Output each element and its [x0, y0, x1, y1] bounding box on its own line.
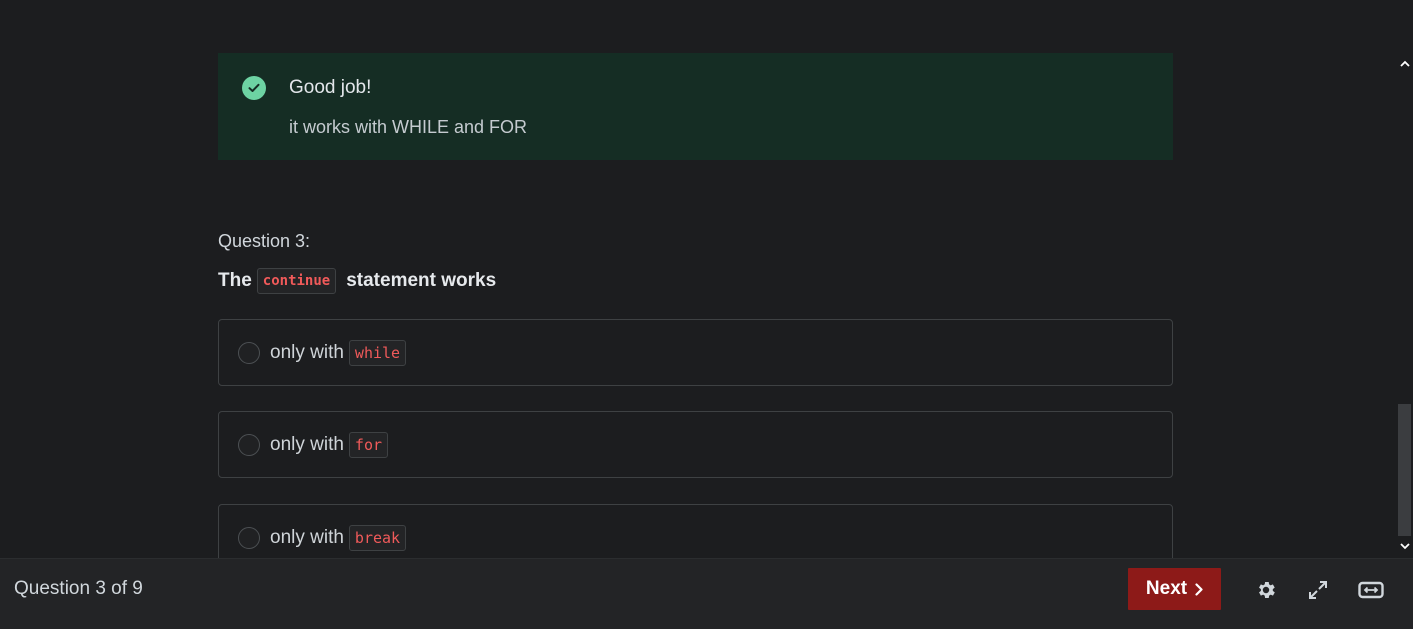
radio-button[interactable]: [238, 341, 260, 364]
question-number: Question 3:: [218, 231, 311, 251]
next-button-label: Next: [1145, 578, 1188, 599]
scroll-down-icon[interactable]: [1397, 538, 1413, 554]
option-code: break: [348, 524, 407, 551]
feedback-title: Good job!: [289, 77, 372, 98]
option-label: only with: [270, 526, 344, 548]
next-button[interactable]: Next: [1128, 568, 1221, 610]
answer-option-break[interactable]: only with break: [218, 504, 1173, 558]
settings-icon[interactable]: [1252, 576, 1280, 604]
question-prompt: The continue statement works: [218, 268, 496, 294]
radio-button[interactable]: [238, 433, 260, 456]
feedback-banner: Good job! it works with WHILE and FOR: [218, 53, 1173, 160]
feedback-message: it works with WHILE and FOR: [289, 117, 528, 137]
radio-button[interactable]: [238, 526, 260, 549]
answer-option-for[interactable]: only with for: [218, 411, 1173, 478]
prompt-text-post: statement works: [346, 270, 497, 291]
check-circle-icon: [242, 76, 266, 100]
quiz-content: Good job! it works with WHILE and FOR Qu…: [218, 53, 1173, 558]
answer-option-while[interactable]: only with while: [218, 319, 1173, 386]
vertical-scrollbar[interactable]: [1397, 53, 1413, 556]
prompt-code: continue: [256, 268, 337, 294]
question-progress: Question 3 of 9: [14, 578, 143, 599]
option-label: only with: [270, 341, 344, 363]
expand-icon[interactable]: [1304, 576, 1332, 604]
prompt-text-pre: The: [218, 270, 252, 291]
option-code: while: [348, 339, 407, 366]
option-code: for: [348, 431, 389, 458]
quiz-viewport: Good job! it works with WHILE and FOR Qu…: [0, 0, 1413, 558]
chevron-right-icon: [1195, 582, 1203, 596]
option-label: only with: [270, 433, 344, 455]
widescreen-icon[interactable]: [1356, 576, 1386, 604]
quiz-footer: Question 3 of 9 Next: [0, 558, 1413, 629]
scroll-up-icon[interactable]: [1397, 55, 1413, 71]
scrollbar-thumb[interactable]: [1398, 404, 1411, 536]
